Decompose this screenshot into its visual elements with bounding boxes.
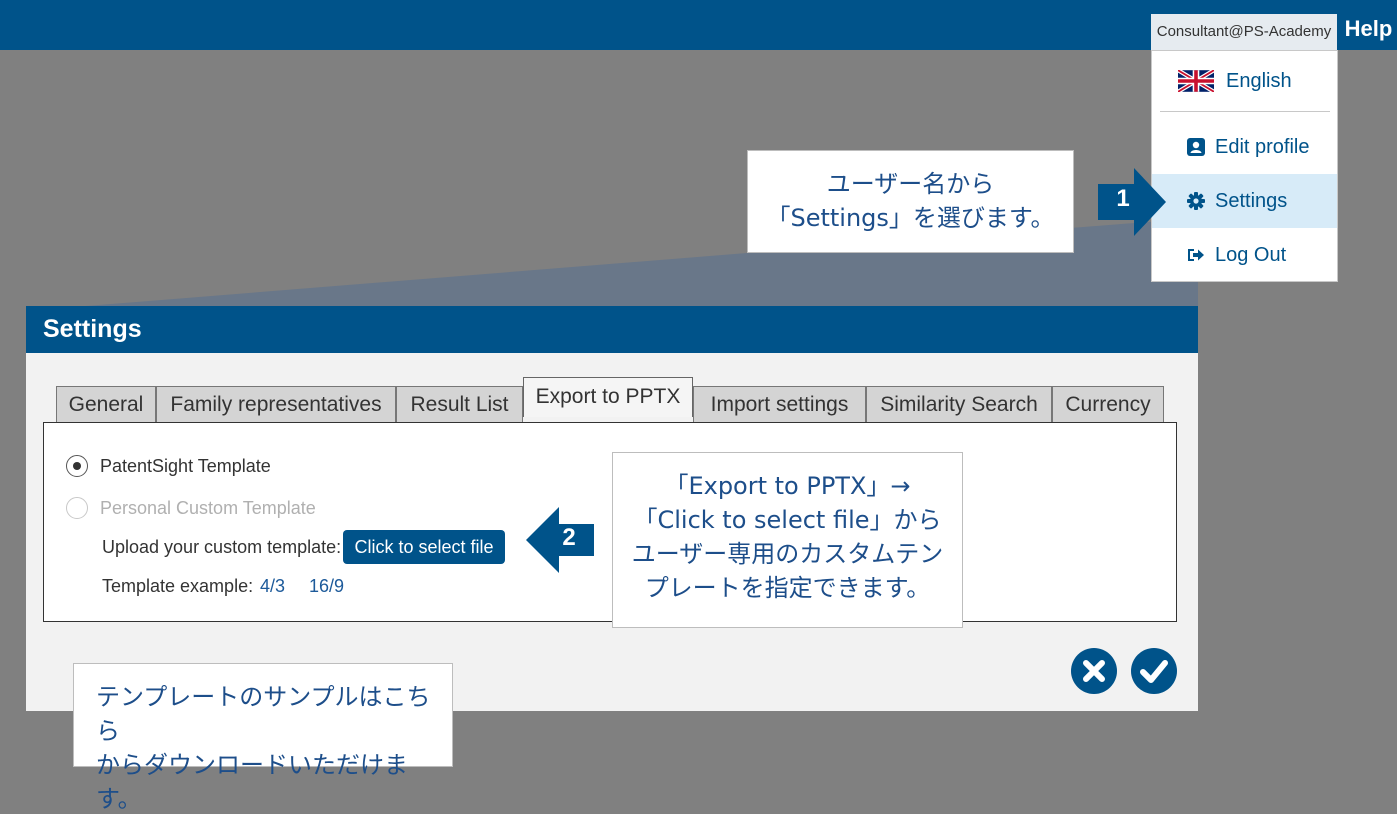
callout-step2: 「Export to PPTX」→ 「Click to select file」… — [612, 452, 963, 628]
settings-menu-item[interactable]: Settings — [1152, 174, 1337, 228]
callout-step2-line3: ユーザー専用のカスタムテン — [631, 540, 944, 568]
select-file-button[interactable]: Click to select file — [343, 530, 505, 564]
checkmark-icon — [1140, 660, 1168, 683]
edit-profile-label: Edit profile — [1215, 135, 1310, 158]
close-icon — [1083, 660, 1105, 682]
radio-selected-icon[interactable] — [66, 455, 88, 477]
callout-sample-line1: テンプレートのサンプルはこちら — [96, 683, 431, 745]
template-example-link-16-9[interactable]: 16/9 — [309, 576, 344, 597]
template-example-link-4-3[interactable]: 4/3 — [260, 576, 285, 597]
tab-export-to-pptx[interactable]: Export to PPTX — [523, 377, 693, 417]
uk-flag-icon — [1178, 70, 1214, 92]
tab-import-settings[interactable]: Import settings — [693, 386, 866, 423]
tab-similarity-search[interactable]: Similarity Search — [866, 386, 1052, 423]
menu-divider — [1160, 111, 1330, 112]
option-patentsight-template[interactable]: PatentSight Template — [66, 455, 271, 477]
gear-icon — [1187, 192, 1205, 210]
callout-step1: ユーザー名から 「Settings」を選びます。 — [747, 150, 1074, 253]
option-personal-label: Personal Custom Template — [100, 497, 316, 518]
settings-label: Settings — [1215, 189, 1288, 212]
step1-badge: 1 — [1116, 185, 1130, 212]
callout-step2-line4: プレートを指定できます。 — [644, 574, 931, 602]
upload-label: Upload your custom template: — [102, 537, 342, 557]
tab-family-representatives[interactable]: Family representatives — [156, 386, 396, 423]
template-example-label: Template example: — [102, 576, 254, 596]
cancel-button[interactable] — [1071, 648, 1117, 694]
log-out-label: Log Out — [1215, 243, 1287, 266]
language-menu-item[interactable]: English — [1152, 51, 1337, 111]
option-personal-custom-template: Personal Custom Template — [66, 497, 316, 519]
callout-step1-line2: 「Settings」を選びます。 — [766, 204, 1055, 232]
tab-general[interactable]: General — [56, 386, 156, 423]
callout-step2-line2: 「Click to select file」から — [633, 506, 942, 534]
callout-step1-line1: ユーザー名から — [826, 170, 995, 198]
log-out-menu-item[interactable]: Log Out — [1152, 228, 1337, 282]
callout-step2-line1: 「Export to PPTX」→ — [664, 472, 911, 500]
callout-sample-line2: からダウンロードいただけます。 — [96, 751, 408, 813]
user-dropdown-menu: English Edit profile Settings Log Out — [1151, 50, 1338, 282]
tab-currency[interactable]: Currency — [1052, 386, 1164, 423]
edit-profile-menu-item[interactable]: Edit profile — [1152, 120, 1337, 174]
language-label: English — [1226, 69, 1292, 92]
export-pptx-panel: PatentSight Template Personal Custom Tem… — [43, 422, 1177, 622]
option-patentsight-label: PatentSight Template — [100, 455, 271, 476]
dialog-title: Settings — [26, 306, 1198, 353]
tab-result-list[interactable]: Result List — [396, 386, 523, 423]
log-out-icon — [1188, 249, 1204, 261]
radio-disabled-icon — [66, 497, 88, 519]
step2-badge: 2 — [562, 524, 576, 551]
profile-card-icon — [1187, 138, 1205, 156]
confirm-button[interactable] — [1131, 648, 1177, 694]
callout-template-sample: テンプレートのサンプルはこちら からダウンロードいただけます。 — [73, 663, 453, 813]
